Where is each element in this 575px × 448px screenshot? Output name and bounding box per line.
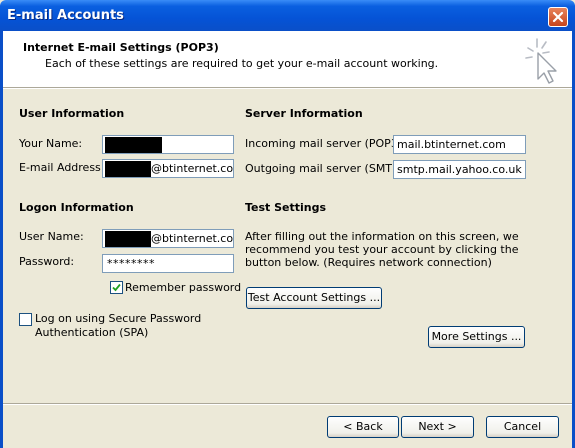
your-name-field[interactable] xyxy=(102,135,234,154)
incoming-server-field[interactable]: mail.btinternet.com xyxy=(393,135,526,154)
spa-label-line2[interactable]: Authentication (SPA) xyxy=(35,326,148,339)
remember-password-checkbox[interactable] xyxy=(110,281,123,294)
title-bar[interactable]: E-mail Accounts xyxy=(0,0,575,31)
page-subtitle: Each of these settings are required to g… xyxy=(45,57,439,70)
email-address-field[interactable]: @btinternet.com xyxy=(102,159,234,178)
wizard-cursor-icon xyxy=(525,38,557,84)
test-desc-line2: recommend you test your account by click… xyxy=(245,243,519,256)
remember-password-label[interactable]: Remember password xyxy=(125,281,241,294)
close-button[interactable] xyxy=(548,7,568,27)
next-button[interactable]: Next > xyxy=(401,416,474,438)
logon-info-heading: Logon Information xyxy=(19,201,134,214)
redacted-username xyxy=(105,231,151,247)
test-desc-line3: button below. (Requires network connecti… xyxy=(245,256,492,269)
footer-separator xyxy=(3,403,572,405)
test-settings-heading: Test Settings xyxy=(245,201,327,214)
spa-checkbox[interactable] xyxy=(19,313,32,326)
test-desc-line1: After filling out the information on thi… xyxy=(245,230,519,243)
outgoing-server-value: smtp.mail.yahoo.co.uk xyxy=(397,163,522,176)
header-band: Internet E-mail Settings (POP3) Each of … xyxy=(3,31,572,87)
password-field[interactable]: ******** xyxy=(102,254,234,273)
server-info-heading: Server Information xyxy=(245,107,363,120)
cancel-button[interactable]: Cancel xyxy=(486,416,559,438)
email-address-label: E-mail Address: xyxy=(19,161,105,174)
user-name-label: User Name: xyxy=(19,230,84,243)
window-title: E-mail Accounts xyxy=(7,8,124,23)
test-account-settings-button[interactable]: Test Account Settings ... xyxy=(246,287,382,309)
incoming-server-value: mail.btinternet.com xyxy=(397,138,506,151)
redacted-name xyxy=(105,137,162,153)
checkmark-icon xyxy=(112,283,121,292)
your-name-label: Your Name: xyxy=(19,137,83,150)
incoming-server-label: Incoming mail server (POP3): xyxy=(245,137,406,150)
back-button[interactable]: < Back xyxy=(327,416,399,438)
user-info-heading: User Information xyxy=(19,107,125,120)
outgoing-server-label: Outgoing mail server (SMTP): xyxy=(245,162,407,175)
page-title: Internet E-mail Settings (POP3) xyxy=(23,41,219,54)
more-settings-button[interactable]: More Settings ... xyxy=(428,326,525,348)
email-domain-text: @btinternet.com xyxy=(151,162,234,175)
password-value: ******** xyxy=(107,257,155,270)
outgoing-server-field[interactable]: smtp.mail.yahoo.co.uk xyxy=(393,160,526,179)
password-label: Password: xyxy=(19,255,75,268)
redacted-email xyxy=(105,161,151,177)
user-name-field[interactable]: @btinternet.com xyxy=(102,229,234,248)
close-icon xyxy=(552,11,564,23)
spa-label-line1[interactable]: Log on using Secure Password xyxy=(35,312,201,325)
user-name-domain-text: @btinternet.com xyxy=(151,232,234,245)
window-frame-left xyxy=(0,31,3,448)
header-separator xyxy=(3,87,572,89)
